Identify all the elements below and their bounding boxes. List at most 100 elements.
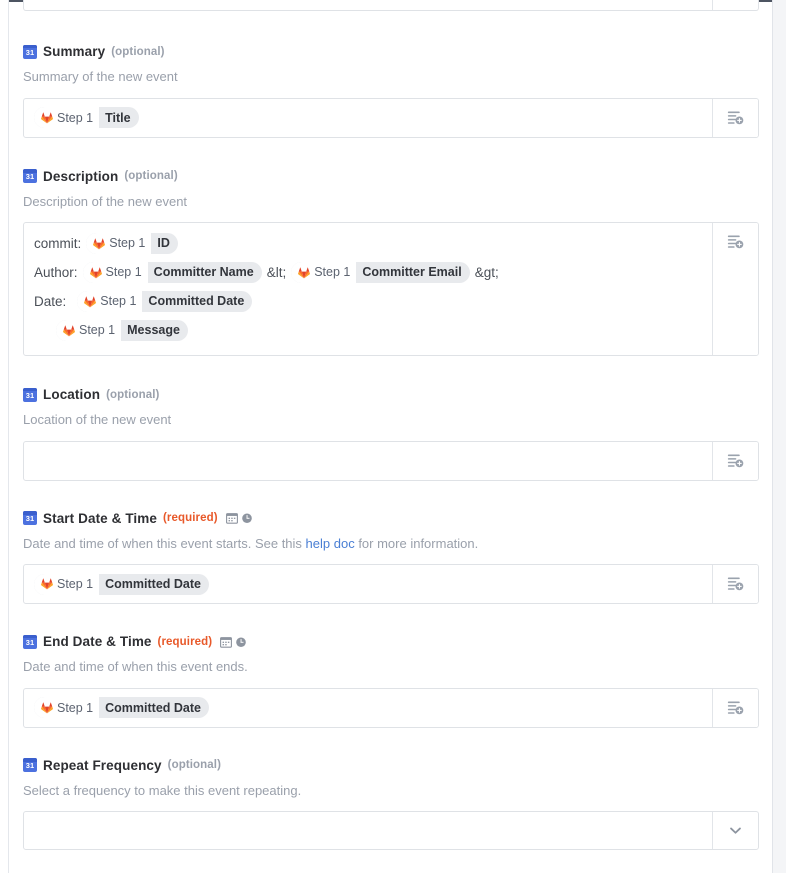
token-field-label: Title — [105, 110, 131, 125]
field-location-description: Location of the new event — [23, 412, 172, 428]
help-doc-link[interactable]: help doc — [306, 536, 355, 551]
previous-field-action[interactable] — [712, 0, 758, 10]
field-summary-input-row[interactable]: Step 1 Title — [23, 97, 759, 138]
field-description-description: Description of the new event — [23, 193, 188, 209]
field-start-date-time: 31 Start Date & Time (required) Date and… — [9, 511, 773, 605]
token-pill[interactable]: Step 1 Committer Email — [291, 262, 470, 284]
token-source-label: Step 1 — [314, 265, 351, 280]
google-calendar-icon: 31 — [23, 387, 37, 402]
field-description-textarea[interactable]: commit: Step 1 ID Author: Step 1 Committ… — [24, 223, 712, 355]
token-pill[interactable]: Step 1 Title — [34, 107, 139, 129]
gitlab-icon — [41, 578, 53, 590]
field-repeat-frequency-label-row: 31 Repeat Frequency (optional) — [23, 758, 759, 773]
field-summary-qualifier: (optional) — [111, 45, 165, 58]
field-repeat-frequency: 31 Repeat Frequency (optional) Select a … — [9, 758, 773, 851]
clock-icon — [241, 513, 252, 524]
field-end-date-time-insert-button[interactable] — [712, 688, 758, 727]
token-source-label: Step 1 — [79, 323, 116, 338]
token-source: Step 1 — [56, 320, 122, 342]
field-type-icons — [220, 636, 247, 648]
token-source-label: Step 1 — [57, 110, 94, 125]
token-source: Step 1 — [82, 262, 148, 284]
field-end-date-time-title: End Date & Time — [43, 634, 152, 650]
field-summary-description: Summary of the new event — [23, 69, 178, 84]
zapier-action-setup-panel: 31 Summary (optional) Summary of the new… — [0, 0, 786, 873]
token-source-label: Step 1 — [109, 236, 146, 251]
google-calendar-icon: 31 — [23, 44, 37, 59]
calendar-icon-day: 31 — [25, 390, 35, 400]
field-repeat-frequency-dropdown-button[interactable] — [712, 812, 758, 850]
field-location-input[interactable] — [24, 442, 712, 480]
token-pill[interactable]: Step 1 ID — [86, 233, 178, 255]
token-field-label: Committed Date — [105, 577, 201, 592]
field-start-date-time-insert-button[interactable] — [712, 565, 758, 604]
field-location-insert-button[interactable] — [712, 441, 758, 480]
gitlab-icon — [93, 238, 106, 249]
chevron-down-icon — [730, 827, 741, 834]
token-field-label: Committer Email — [362, 265, 462, 280]
field-repeat-frequency-description: Select a frequency to make this event re… — [23, 782, 302, 798]
token-source-label: Step 1 — [100, 294, 137, 309]
field-end-date-time: 31 End Date & Time (required) Date and t… — [9, 634, 773, 728]
insert-field-icon — [727, 701, 744, 715]
description-static-text: &gt; — [474, 264, 499, 280]
token-source: Step 1 — [86, 233, 152, 255]
description-line: Step 1 Message — [34, 320, 702, 342]
token-field-label: Message — [127, 323, 180, 338]
gitlab-icon — [63, 325, 75, 336]
gitlab-icon — [41, 702, 53, 714]
token-pill[interactable]: Step 1 Committed Date — [77, 291, 253, 313]
field-repeat-frequency-qualifier: (optional) — [167, 759, 222, 772]
gitlab-icon — [84, 296, 97, 307]
token-source: Step 1 — [34, 697, 100, 719]
field-location-title: Location — [43, 387, 101, 403]
field-start-date-time-description: Date and time of when this event starts.… — [23, 535, 759, 553]
field-type-icons — [225, 512, 253, 524]
field-start-date-time-title: Start Date & Time — [43, 510, 157, 526]
google-calendar-icon: 31 — [23, 634, 37, 649]
field-summary-label-row: 31 Summary (optional) — [23, 44, 759, 59]
calendar-icon — [225, 513, 238, 524]
token-source: Step 1 — [291, 262, 357, 284]
field-start-date-time-input[interactable]: Step 1 Committed Date — [24, 565, 712, 603]
field-repeat-frequency-select-row[interactable] — [23, 811, 759, 851]
field-repeat-frequency-select[interactable] — [24, 812, 712, 849]
token-pill[interactable]: Step 1 Committer Name — [82, 262, 262, 284]
calendar-icon — [220, 636, 233, 648]
field-start-date-time-input-row[interactable]: Step 1 Committed Date — [23, 564, 759, 605]
field-end-date-time-input[interactable]: Step 1 Committed Date — [24, 689, 712, 727]
insert-field-icon — [727, 235, 744, 249]
field-start-date-time-qualifier: (required) — [163, 512, 218, 525]
token-pill[interactable]: Step 1 Message — [56, 320, 188, 342]
previous-field-partial[interactable] — [23, 0, 759, 11]
field-location-label-row: 31 Location (optional) — [23, 387, 759, 402]
field-summary-insert-button[interactable] — [712, 98, 758, 137]
field-summary: 31 Summary (optional) Summary of the new… — [9, 44, 773, 138]
previous-field-input[interactable] — [24, 0, 712, 10]
description-static-text: Date: — [34, 293, 67, 309]
clock-icon — [236, 637, 247, 647]
description-static-text: commit: — [34, 235, 82, 251]
gitlab-icon — [89, 267, 102, 278]
insert-field-icon — [727, 454, 744, 467]
google-calendar-icon: 31 — [23, 758, 37, 773]
google-calendar-icon: 31 — [23, 169, 37, 184]
google-calendar-icon: 31 — [23, 511, 37, 526]
token-pill[interactable]: Step 1 Committed Date — [34, 697, 209, 719]
field-description-input-row[interactable]: commit: Step 1 ID Author: Step 1 Committ… — [23, 222, 759, 357]
token-field-label: Committed Date — [105, 700, 201, 715]
calendar-icon-day: 31 — [25, 637, 35, 647]
description-line: Date: Step 1 Committed Date — [34, 291, 702, 313]
description-line: Author: Step 1 Committer Name &lt; Step … — [34, 262, 702, 284]
field-description-insert-button[interactable] — [712, 223, 758, 356]
field-end-date-time-input-row[interactable]: Step 1 Committed Date — [23, 687, 759, 728]
token-pill[interactable]: Step 1 Committed Date — [34, 573, 209, 595]
description-text-prefix: Date and time of when this event starts.… — [23, 535, 306, 551]
description-line: commit: Step 1 ID — [34, 233, 702, 255]
token-source-label: Step 1 — [57, 577, 94, 592]
field-location-input-row[interactable] — [23, 440, 759, 481]
field-summary-input[interactable]: Step 1 Title — [24, 99, 712, 137]
gitlab-icon — [298, 267, 311, 278]
field-end-date-time-qualifier: (required) — [157, 635, 213, 648]
token-source: Step 1 — [34, 107, 100, 129]
